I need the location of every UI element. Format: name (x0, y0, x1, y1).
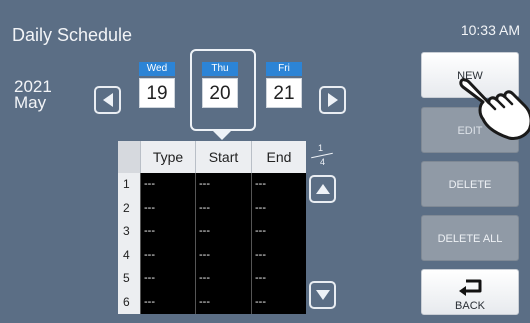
cell-end: --- (251, 290, 306, 314)
day-card-wed[interactable]: Wed 19 (139, 62, 175, 108)
column-header-start: Start (195, 141, 251, 173)
row-number: 4 (118, 243, 140, 267)
row-number: 6 (118, 290, 140, 314)
chevron-right-icon (327, 93, 338, 107)
delete-button-label: DELETE (448, 179, 492, 191)
next-day-button[interactable] (319, 86, 346, 114)
cell-end: --- (251, 220, 306, 244)
back-button-label: BACK (455, 300, 485, 312)
row-number: 3 (118, 220, 140, 244)
back-button[interactable]: BACK (421, 269, 519, 315)
cell-type: --- (140, 243, 195, 267)
cell-type: --- (140, 220, 195, 244)
pointing-hand-icon (459, 78, 530, 140)
day-name: Thu (202, 62, 238, 76)
table-row[interactable]: 3 --- --- --- (118, 220, 306, 244)
clock: 10:33 AM (460, 22, 520, 38)
table-row[interactable]: 6 --- --- --- (118, 290, 306, 314)
cell-type: --- (140, 173, 195, 197)
month-label: May (14, 93, 47, 112)
prev-day-button[interactable] (94, 86, 121, 114)
cell-end: --- (251, 243, 306, 267)
scroll-up-button[interactable] (309, 175, 336, 203)
row-number-header (118, 141, 140, 173)
table-header: Type Start End (118, 141, 306, 173)
delete-button[interactable]: DELETE (421, 161, 519, 207)
cell-start: --- (195, 196, 251, 220)
day-number: 20 (202, 78, 238, 108)
delete-all-button-label: DELETE ALL (437, 233, 503, 245)
chevron-left-icon (102, 93, 113, 107)
table-row[interactable]: 2 --- --- --- (118, 196, 306, 220)
cell-end: --- (251, 173, 306, 197)
day-number: 19 (139, 78, 175, 108)
day-card-fri[interactable]: Fri 21 (266, 62, 302, 108)
cell-end: --- (251, 196, 306, 220)
cell-type: --- (140, 196, 195, 220)
selected-day-pointer (213, 131, 231, 140)
cell-start: --- (195, 290, 251, 314)
table-row[interactable]: 4 --- --- --- (118, 243, 306, 267)
page-current: 1 (318, 143, 324, 153)
cell-start: --- (195, 267, 251, 291)
row-number: 1 (118, 173, 140, 197)
day-card-thu[interactable]: Thu 20 (202, 62, 238, 108)
cell-start: --- (195, 243, 251, 267)
triangle-down-icon (315, 290, 330, 300)
cell-start: --- (195, 220, 251, 244)
schedule-table: Type Start End 1 --- --- --- 2 --- --- -… (118, 141, 306, 314)
cell-end: --- (251, 267, 306, 291)
row-number: 2 (118, 196, 140, 220)
triangle-up-icon (315, 184, 330, 194)
cell-type: --- (140, 267, 195, 291)
scroll-down-button[interactable] (309, 281, 336, 309)
column-header-type: Type (140, 141, 195, 173)
table-row[interactable]: 5 --- --- --- (118, 267, 306, 291)
column-header-end: End (251, 141, 306, 173)
page-total: 4 (320, 157, 326, 167)
delete-all-button[interactable]: DELETE ALL (421, 215, 519, 261)
row-number: 5 (118, 267, 140, 291)
day-name: Fri (266, 62, 302, 76)
return-arrow-icon (459, 279, 482, 296)
cell-type: --- (140, 290, 195, 314)
day-name: Wed (139, 62, 175, 76)
cell-start: --- (195, 173, 251, 197)
table-row[interactable]: 1 --- --- --- (118, 173, 306, 197)
page-indicator: 1 4 (309, 143, 335, 169)
page-title: Daily Schedule (12, 25, 133, 45)
day-number: 21 (266, 78, 302, 108)
